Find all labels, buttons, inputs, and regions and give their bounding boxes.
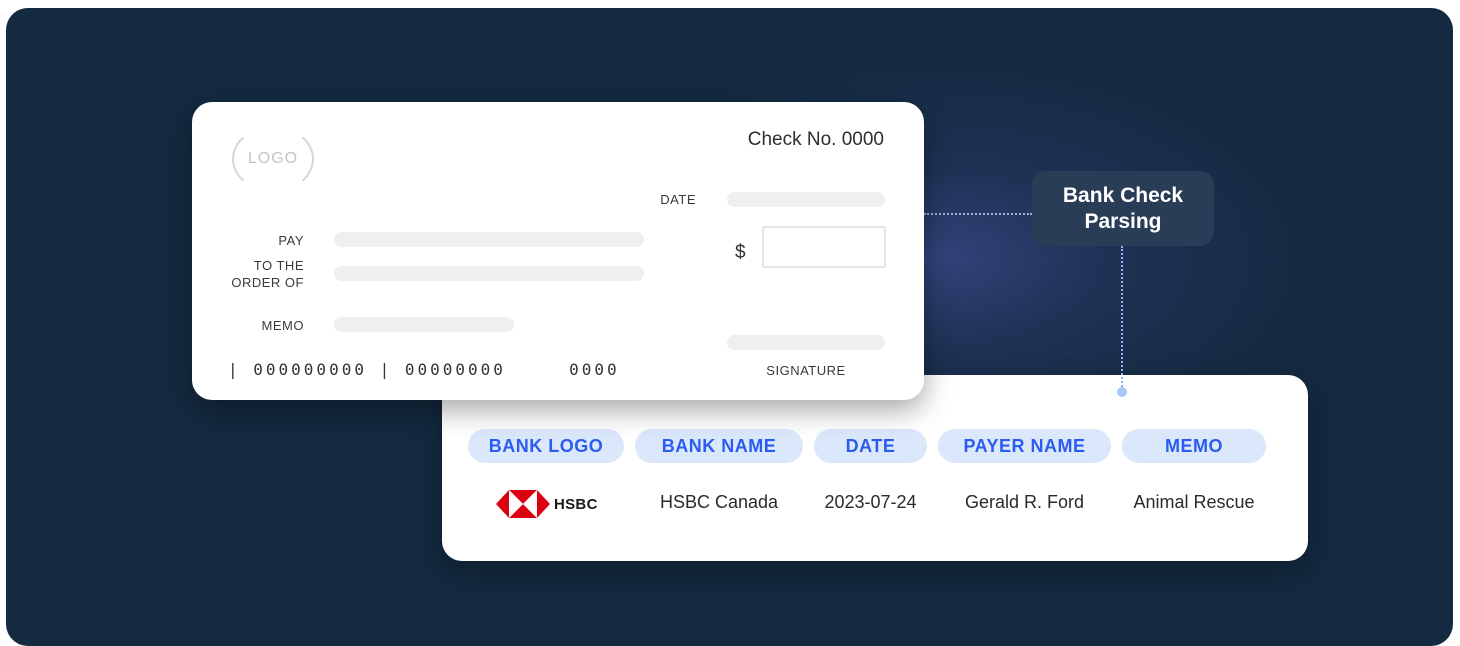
memo-label: MEMO (261, 318, 304, 333)
amount-box (762, 226, 886, 268)
badge-line-1: Bank Check (1062, 183, 1184, 207)
hsbc-logo: HSBC (496, 489, 598, 519)
bank-check-card: LOGO Check No. 0000 DATE PAY TO THE ORDE… (192, 102, 924, 400)
memo-line (334, 317, 514, 332)
payee-line (334, 266, 644, 281)
value-bank-name: HSBC Canada (659, 492, 779, 512)
header-date: DATE (814, 429, 927, 463)
header-payer-name: PAYER NAME (938, 429, 1111, 463)
pay-line (334, 232, 644, 247)
header-memo: MEMO (1122, 429, 1266, 463)
background-panel: BANK LOGO BANK NAME DATE PAYER NAME MEMO… (6, 8, 1453, 646)
pay-label: PAY (278, 233, 304, 248)
value-payer-name: Gerald R. Ford (964, 492, 1085, 512)
connector-dot (1117, 387, 1127, 397)
micr-line: | 000000000 | 00000000 0000 (228, 360, 620, 379)
header-bank-name: BANK NAME (635, 429, 803, 463)
dollar-sign: $ (735, 242, 746, 263)
logo-placeholder: LOGO (232, 126, 314, 192)
header-bank-logo: BANK LOGO (468, 429, 624, 463)
logo-placeholder-text: LOGO (247, 150, 299, 167)
check-number: Check No. 0000 (747, 129, 884, 150)
date-line (727, 192, 885, 207)
date-label: DATE (660, 192, 696, 207)
parsed-results-card: BANK LOGO BANK NAME DATE PAYER NAME MEMO… (442, 375, 1308, 561)
to-order-label-line1: TO THE (253, 258, 304, 273)
to-order-label-line2: ORDER OF (231, 275, 304, 290)
connector-line-vertical (1121, 246, 1123, 390)
bank-check-parsing-badge: Bank Check Parsing (1032, 171, 1214, 246)
signature-label: SIGNATURE (766, 363, 846, 378)
signature-line (727, 335, 885, 350)
badge-line-2: Parsing (1084, 209, 1162, 233)
value-memo: Animal Rescue (1133, 492, 1255, 512)
hsbc-hexagon-icon (496, 490, 550, 518)
connector-line-horizontal (924, 213, 1032, 215)
value-date: 2023-07-24 (824, 492, 917, 512)
hsbc-logo-text: HSBC (554, 495, 598, 513)
